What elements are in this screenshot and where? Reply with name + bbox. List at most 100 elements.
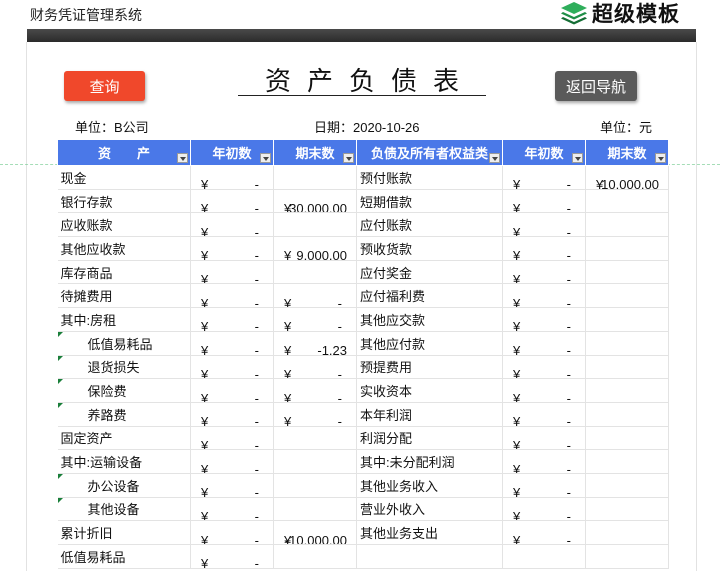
liab-end-cell[interactable] — [585, 260, 669, 285]
asset-name-cell[interactable]: 退货损失 — [57, 355, 191, 380]
asset-begin-cell[interactable]: ¥ - — [190, 307, 274, 332]
liab-begin-cell[interactable]: ¥ - — [502, 212, 586, 238]
liability-name-cell[interactable]: 应付福利费 — [356, 283, 503, 309]
filter-dropdown-icon[interactable] — [177, 153, 188, 163]
liability-name-cell[interactable]: 预提费用 — [356, 355, 503, 380]
asset-name-cell[interactable]: 保险费 — [57, 378, 191, 403]
liab-end-cell[interactable] — [585, 449, 669, 474]
liability-name-cell[interactable]: 营业外收入 — [356, 497, 503, 522]
liab-end-cell[interactable] — [585, 283, 669, 309]
liab-begin-cell[interactable]: ¥ - — [502, 307, 586, 332]
liab-begin-cell[interactable]: ¥ - — [502, 497, 586, 522]
asset-name-cell[interactable]: 其中:房租 — [57, 307, 191, 332]
liab-end-cell[interactable] — [585, 520, 669, 545]
liability-name-cell[interactable]: 预付账款 — [356, 165, 503, 190]
asset-begin-cell[interactable]: ¥ - — [190, 520, 274, 545]
asset-begin-cell[interactable]: ¥ - — [190, 260, 274, 285]
liab-begin-cell[interactable]: ¥ - — [502, 189, 586, 214]
liab-begin-cell[interactable]: ¥ - — [502, 165, 586, 190]
liab-end-cell[interactable]: ¥10,000.00 — [585, 165, 669, 190]
liab-end-cell[interactable] — [585, 212, 669, 238]
asset-begin-cell[interactable]: ¥ - — [190, 212, 274, 238]
asset-end-cell[interactable]: ¥ - — [273, 307, 357, 332]
liab-begin-cell[interactable] — [502, 544, 586, 569]
asset-begin-cell[interactable]: ¥ - — [190, 378, 274, 403]
liability-name-cell[interactable]: 其他应付款 — [356, 331, 503, 356]
asset-name-cell[interactable]: 低值易耗品 — [57, 544, 191, 569]
liab-end-cell[interactable] — [585, 402, 669, 427]
asset-end-cell[interactable] — [273, 165, 357, 190]
liability-name-cell[interactable]: 预收货款 — [356, 236, 503, 261]
liability-name-cell[interactable]: 应付奖金 — [356, 260, 503, 285]
filter-dropdown-icon[interactable] — [655, 153, 666, 163]
asset-begin-cell[interactable]: ¥ - — [190, 355, 274, 380]
asset-begin-cell[interactable]: ¥ - — [190, 283, 274, 309]
liab-end-cell[interactable] — [585, 189, 669, 214]
filter-dropdown-icon[interactable] — [260, 153, 271, 163]
asset-begin-cell[interactable]: ¥ - — [190, 331, 274, 356]
asset-begin-cell[interactable]: ¥ - — [190, 473, 274, 498]
back-to-nav-button[interactable]: 返回导航 — [555, 71, 637, 101]
liab-end-cell[interactable] — [585, 426, 669, 451]
filter-dropdown-icon[interactable] — [489, 153, 500, 163]
liability-name-cell[interactable]: 短期借款 — [356, 189, 503, 214]
asset-name-cell[interactable]: 待摊费用 — [57, 283, 191, 309]
query-button[interactable]: 查询 — [64, 71, 145, 101]
liability-name-cell[interactable]: 其他业务支出 — [356, 520, 503, 545]
asset-name-cell[interactable]: 办公设备 — [57, 473, 191, 498]
asset-name-cell[interactable]: 应收账款 — [57, 212, 191, 238]
liab-begin-cell[interactable]: ¥ - — [502, 260, 586, 285]
liab-end-cell[interactable] — [585, 497, 669, 522]
asset-name-cell[interactable]: 养路费 — [57, 402, 191, 427]
asset-begin-cell[interactable]: ¥ - — [190, 497, 274, 522]
asset-end-cell[interactable] — [273, 212, 357, 238]
liability-name-cell[interactable]: 利润分配 — [356, 426, 503, 451]
asset-end-cell[interactable]: ¥ -10,000.00 — [273, 520, 357, 545]
asset-name-cell[interactable]: 其中:运输设备 — [57, 449, 191, 474]
asset-end-cell[interactable]: ¥ - — [273, 378, 357, 403]
liab-begin-cell[interactable]: ¥ - — [502, 378, 586, 403]
liab-begin-cell[interactable]: ¥ - — [502, 283, 586, 309]
asset-end-cell[interactable] — [273, 449, 357, 474]
asset-end-cell[interactable] — [273, 426, 357, 451]
filter-dropdown-icon[interactable] — [343, 153, 354, 163]
liab-begin-cell[interactable]: ¥ - — [502, 520, 586, 545]
asset-end-cell[interactable]: ¥9,000.00 — [273, 236, 357, 261]
asset-end-cell[interactable]: ¥30,000.00 — [273, 189, 357, 214]
asset-name-cell[interactable]: 累计折旧 — [57, 520, 191, 545]
asset-name-cell[interactable]: 现金 — [57, 165, 191, 190]
asset-begin-cell[interactable]: ¥ - — [190, 402, 274, 427]
liability-name-cell[interactable] — [356, 544, 503, 569]
asset-end-cell[interactable] — [273, 544, 357, 569]
liab-end-cell[interactable] — [585, 378, 669, 403]
asset-begin-cell[interactable]: ¥ - — [190, 165, 274, 190]
liab-begin-cell[interactable]: ¥ - — [502, 426, 586, 451]
liability-name-cell[interactable]: 本年利润 — [356, 402, 503, 427]
asset-begin-cell[interactable]: ¥ - — [190, 449, 274, 474]
asset-end-cell[interactable]: ¥ - — [273, 355, 357, 380]
liab-end-cell[interactable] — [585, 355, 669, 380]
liab-begin-cell[interactable]: ¥ - — [502, 402, 586, 427]
asset-end-cell[interactable] — [273, 260, 357, 285]
asset-end-cell[interactable]: ¥ -1.23 — [273, 331, 357, 356]
liab-begin-cell[interactable]: ¥ - — [502, 449, 586, 474]
asset-name-cell[interactable]: 库存商品 — [57, 260, 191, 285]
asset-name-cell[interactable]: 固定资产 — [57, 426, 191, 451]
liab-begin-cell[interactable]: ¥ - — [502, 331, 586, 356]
liab-begin-cell[interactable]: ¥ - — [502, 355, 586, 380]
liability-name-cell[interactable]: 其他业务收入 — [356, 473, 503, 498]
liability-name-cell[interactable]: 其他应交款 — [356, 307, 503, 332]
asset-end-cell[interactable]: ¥ - — [273, 283, 357, 309]
liab-end-cell[interactable] — [585, 236, 669, 261]
liab-end-cell[interactable] — [585, 307, 669, 332]
asset-name-cell[interactable]: 银行存款 — [57, 189, 191, 214]
liab-begin-cell[interactable]: ¥ - — [502, 473, 586, 498]
liability-name-cell[interactable]: 实收资本 — [356, 378, 503, 403]
liab-end-cell[interactable] — [585, 473, 669, 498]
asset-begin-cell[interactable]: ¥ - — [190, 236, 274, 261]
asset-end-cell[interactable] — [273, 497, 357, 522]
asset-name-cell[interactable]: 其他设备 — [57, 497, 191, 522]
asset-begin-cell[interactable]: ¥ - — [190, 189, 274, 214]
asset-begin-cell[interactable]: ¥ - — [190, 426, 274, 451]
asset-end-cell[interactable]: ¥ - — [273, 402, 357, 427]
